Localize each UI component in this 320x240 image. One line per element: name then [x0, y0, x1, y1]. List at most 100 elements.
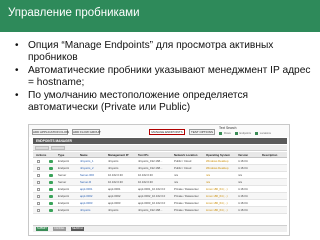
table-cell: Linux x86_64 (...): [206, 194, 228, 198]
search-option[interactable]: Endpoints: [240, 132, 252, 135]
table-cell: nfsyunts_192.168...: [138, 208, 163, 212]
table-cell[interactable]: nfsyunts_1: [79, 158, 105, 164]
table-cell[interactable]: Server-R: [79, 179, 105, 185]
column-header[interactable]: Description: [261, 152, 287, 157]
row-checkbox[interactable]: [37, 202, 40, 205]
panel-toolbar-button[interactable]: [35, 146, 49, 150]
row-checkbox[interactable]: [37, 174, 40, 177]
table-cell: n/a: [206, 180, 210, 184]
row-checkbox[interactable]: [37, 195, 40, 198]
add-flow-group-button[interactable]: ADD FLOW GROUP: [72, 129, 101, 135]
table-cell: nfsyunts_192.168...: [138, 166, 163, 170]
table-cell: n/a: [238, 180, 242, 184]
table-cell: [261, 186, 287, 192]
table-cell: 10.162.0.30: [108, 180, 123, 184]
table-cell: appl-0001: [108, 187, 121, 191]
table-row[interactable]: Endpoint appl-0003 appl-0003 appl-0003_10.1…: [33, 200, 287, 207]
column-header[interactable]: Type: [57, 152, 77, 157]
table-cell[interactable]: appl-0002: [79, 193, 105, 199]
table-cell: 4.18.0.b: [238, 194, 249, 198]
panel-footer: SUBMIT CANCEL SEARCH: [33, 225, 287, 232]
search-option[interactable]: Locations: [260, 132, 271, 135]
table-cell: Endpoint: [58, 187, 70, 191]
status-icon: [49, 174, 53, 177]
table-cell: nfsyunts: [108, 166, 119, 170]
table-row[interactable]: Endpoint nfsyunts nfsyunts nfsyunts_192.168…: [33, 207, 287, 214]
table-row[interactable]: Server Server-IRO 10.162.0.30 10.162.0.30 n/…: [33, 172, 287, 179]
table-cell: Public / Cloud: [174, 159, 192, 163]
table-cell: Private / Datacenter: [174, 201, 199, 205]
table-cell: 4.18.0.b: [238, 166, 249, 170]
test-options-button[interactable]: TEST OPTIONS: [189, 129, 215, 135]
table-cell[interactable]: nfsyunts: [79, 207, 105, 213]
column-header[interactable]: Operating System: [205, 152, 235, 157]
search-option-indicator: [234, 132, 238, 135]
search-button[interactable]: SEARCH: [71, 227, 84, 231]
table-cell: 4.18.0.b: [238, 208, 249, 212]
table-row[interactable]: Endpoint appl-0002 appl-0002 appl-0002_10.1…: [33, 193, 287, 200]
column-header[interactable]: Test IPs: [137, 152, 171, 157]
cancel-button[interactable]: CANCEL: [53, 227, 66, 231]
table-row[interactable]: Endpoint nfsyunts_1 nfsyunts nfsyunts_192.1…: [33, 158, 287, 165]
row-checkbox[interactable]: [37, 167, 40, 170]
bullet-item: Автоматические пробники указывают менедж…: [14, 65, 314, 89]
table-cell: 4.18.0.b: [238, 159, 249, 163]
column-header[interactable]: Actions: [35, 152, 51, 157]
table-cell: n/a: [174, 173, 178, 177]
column-header[interactable]: Management IP: [107, 152, 135, 157]
row-checkbox[interactable]: [37, 181, 40, 184]
column-header[interactable]: Network Location: [173, 152, 203, 157]
table-cell: Windows Desktop: [206, 159, 229, 163]
row-checkbox[interactable]: [37, 160, 40, 163]
search-options: Flows Endpoints Locations: [219, 132, 271, 135]
row-checkbox[interactable]: [37, 209, 40, 212]
table-cell: [261, 193, 287, 199]
table-cell: Private / Datacenter: [174, 194, 199, 198]
table-cell: 10.162.0.30: [108, 173, 123, 177]
submit-button[interactable]: SUBMIT: [36, 227, 48, 231]
endpoints-manager-title: ENDPOINTS MANAGER: [33, 138, 287, 144]
table-cell: appl-0003: [108, 201, 121, 205]
table-row[interactable]: Endpoint appl-0001 appl-0001 appl-0001_10.1…: [33, 186, 287, 193]
table-cell: nfsyunts_192.168...: [138, 159, 163, 163]
table-cell: Endpoint: [58, 194, 70, 198]
endpoints-table: Actions Type Name Management IP Test IPs…: [33, 152, 287, 214]
table-cell: 4.18.0.b: [238, 187, 249, 191]
text-search[interactable]: Text Search Flows Endpoints Locations: [219, 126, 289, 136]
column-header[interactable]: Name: [79, 152, 105, 157]
table-cell: n/a: [206, 173, 210, 177]
status-icon: [49, 195, 53, 198]
add-application-flow-button[interactable]: ADD APPLICATION FLOW: [32, 129, 69, 135]
panel-toolbar-button[interactable]: [51, 146, 65, 150]
search-option[interactable]: Flows: [224, 132, 231, 135]
status-icon: [49, 160, 53, 163]
table-cell: Endpoint: [58, 166, 70, 170]
table-cell: Endpoint: [58, 208, 70, 212]
table-cell: Linux x86_64 (...): [206, 208, 228, 212]
slide-title-bar: Управление пробниками: [0, 0, 320, 32]
row-checkbox[interactable]: [37, 188, 40, 191]
search-option-indicator: [219, 132, 222, 135]
table-row[interactable]: Endpoint nfsyunts_2 nfsyunts nfsyunts_192.1…: [33, 165, 287, 172]
search-option-indicator: [254, 132, 258, 135]
table-cell: appl-0002_10.162.0.0: [138, 194, 166, 198]
table-cell: n/a: [174, 180, 178, 184]
table-cell: 4.18.0.b: [238, 201, 249, 205]
table-cell[interactable]: appl-0003: [79, 200, 105, 206]
table-cell: Endpoint: [58, 201, 70, 205]
status-icon: [49, 209, 53, 212]
table-cell: appl-0003_10.162.0.0: [138, 201, 166, 205]
table-cell: Linux x86_64 (...): [206, 201, 228, 205]
table-cell[interactable]: nfsyunts_2: [79, 165, 105, 171]
table-row[interactable]: Server Server-R 10.162.0.30 10.162.0.30 n/a n…: [33, 179, 287, 186]
table-cell: appl-0002: [108, 194, 121, 198]
column-header[interactable]: Version: [237, 152, 259, 157]
bullet-item: Опция “Manage Endpoints” для просмотра а…: [14, 40, 314, 64]
slide-title: Управление пробниками: [8, 7, 140, 19]
manage-endpoints-button[interactable]: MANAGE ENDPOINTS: [149, 129, 185, 135]
table-cell: 10.162.0.30: [138, 173, 153, 177]
table-cell: Server: [58, 180, 67, 184]
status-icon: [49, 202, 53, 205]
table-cell[interactable]: Server-IRO: [79, 172, 105, 178]
table-cell[interactable]: appl-0001: [79, 186, 105, 192]
